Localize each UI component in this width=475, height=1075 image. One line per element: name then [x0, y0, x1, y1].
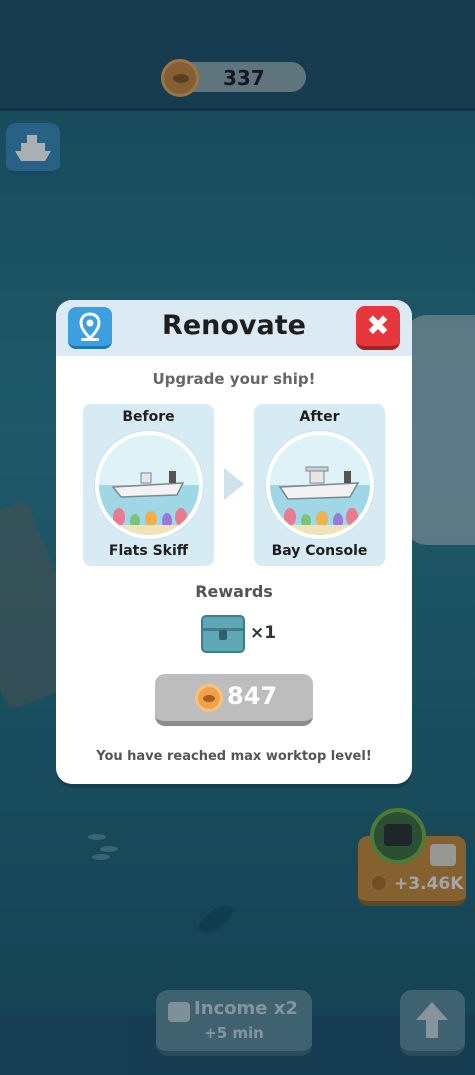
max-level-note: You have reached max worktop level! — [96, 749, 372, 764]
reward-count: ×1 — [250, 623, 277, 643]
after-label: After — [299, 409, 340, 425]
coin-icon — [195, 684, 223, 712]
close-button[interactable]: ✖ — [356, 306, 400, 350]
before-ship-name: Flats Skiff — [108, 543, 189, 559]
rewards-label: Rewards — [195, 582, 273, 601]
after-card: After Bay Console — [254, 404, 385, 566]
after-ship-name: Bay Console — [271, 543, 368, 559]
arrow-right-icon — [224, 468, 244, 500]
before-label: Before — [122, 409, 175, 425]
before-ship-image — [95, 431, 203, 539]
chest-icon — [201, 615, 245, 653]
before-card: Before Flats Skiff — [83, 404, 214, 566]
close-icon: ✖ — [366, 309, 390, 342]
dialog-subtitle: Upgrade your ship! — [152, 370, 316, 388]
after-ship-image — [266, 431, 374, 539]
renovate-buy-button[interactable]: 847 — [155, 674, 313, 726]
renovate-dialog: Renovate ✖ Upgrade your ship! Before Fla… — [56, 300, 412, 784]
renovate-price: 847 — [227, 682, 278, 710]
